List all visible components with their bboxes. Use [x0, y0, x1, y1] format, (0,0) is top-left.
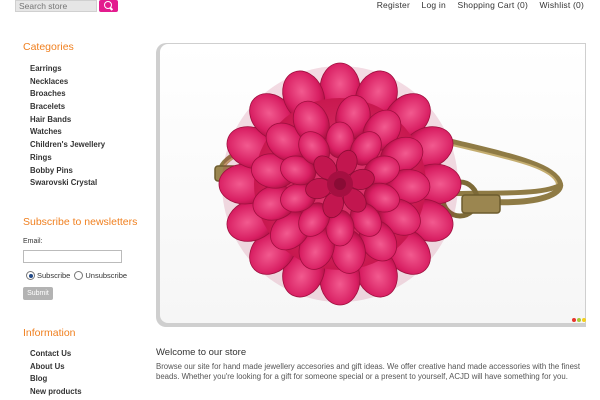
- email-label: Email:: [23, 238, 43, 245]
- slider-pager: [572, 318, 586, 322]
- search-icon: [104, 1, 112, 9]
- welcome-title: Welcome to our store: [156, 347, 247, 358]
- login-link[interactable]: Log in: [422, 0, 446, 10]
- information-list: Contact Us About Us Blog New products: [30, 348, 82, 398]
- category-item-childrens-jewellery[interactable]: Children's Jewellery: [30, 139, 105, 152]
- register-link[interactable]: Register: [377, 0, 410, 10]
- category-item-swarovski-crystal[interactable]: Swarovski Crystal: [30, 177, 105, 190]
- unsubscribe-label: Unsubscribe: [85, 271, 128, 280]
- subscribe-radio[interactable]: [26, 271, 35, 280]
- category-item-bracelets[interactable]: Bracelets: [30, 101, 105, 114]
- shopping-cart-count: (0): [516, 0, 528, 10]
- welcome-text: Browse our site for hand made jewellery …: [156, 362, 580, 381]
- information-title: Information: [23, 327, 76, 339]
- category-item-rings[interactable]: Rings: [30, 152, 105, 165]
- category-item-hair-bands[interactable]: Hair Bands: [30, 114, 105, 127]
- search-button[interactable]: [99, 0, 118, 12]
- banner-slide[interactable]: [160, 44, 585, 323]
- top-links: Register Log in Shopping Cart (0) Wishli…: [368, 0, 584, 10]
- flower: [218, 62, 462, 306]
- search-input[interactable]: [15, 0, 97, 12]
- flower-bracelet-image: [214, 62, 564, 306]
- subscribe-label: Subscribe: [37, 271, 71, 280]
- info-item-contact-us[interactable]: Contact Us: [30, 348, 82, 361]
- info-item-about-us[interactable]: About Us: [30, 361, 82, 374]
- submit-button[interactable]: Submit: [23, 287, 53, 300]
- shopping-cart-link[interactable]: Shopping Cart (0): [457, 0, 528, 10]
- category-item-broaches[interactable]: Broaches: [30, 88, 105, 101]
- categories-title: Categories: [23, 41, 74, 53]
- wishlist-count: (0): [573, 0, 584, 10]
- newsletter-title: Subscribe to newsletters: [23, 216, 138, 228]
- category-item-watches[interactable]: Watches: [30, 126, 105, 139]
- category-item-earrings[interactable]: Earrings: [30, 63, 105, 76]
- shopping-cart-label: Shopping Cart: [457, 0, 515, 10]
- category-item-necklaces[interactable]: Necklaces: [30, 76, 105, 89]
- slider-dot[interactable]: [577, 318, 581, 322]
- wishlist-link[interactable]: Wishlist (0): [540, 0, 584, 10]
- unsubscribe-radio[interactable]: [74, 271, 84, 280]
- slider-dot[interactable]: [582, 318, 586, 322]
- category-list: Earrings Necklaces Broaches Bracelets Ha…: [30, 63, 105, 190]
- subscription-options: Subscribe Unsubscribe: [26, 271, 127, 280]
- info-item-blog[interactable]: Blog: [30, 373, 82, 386]
- info-item-new-products[interactable]: New products: [30, 386, 82, 399]
- newsletter-email-field[interactable]: [23, 250, 122, 263]
- wishlist-label: Wishlist: [539, 0, 571, 10]
- slider-dot[interactable]: [572, 318, 576, 322]
- category-item-bobby-pins[interactable]: Bobby Pins: [30, 165, 105, 178]
